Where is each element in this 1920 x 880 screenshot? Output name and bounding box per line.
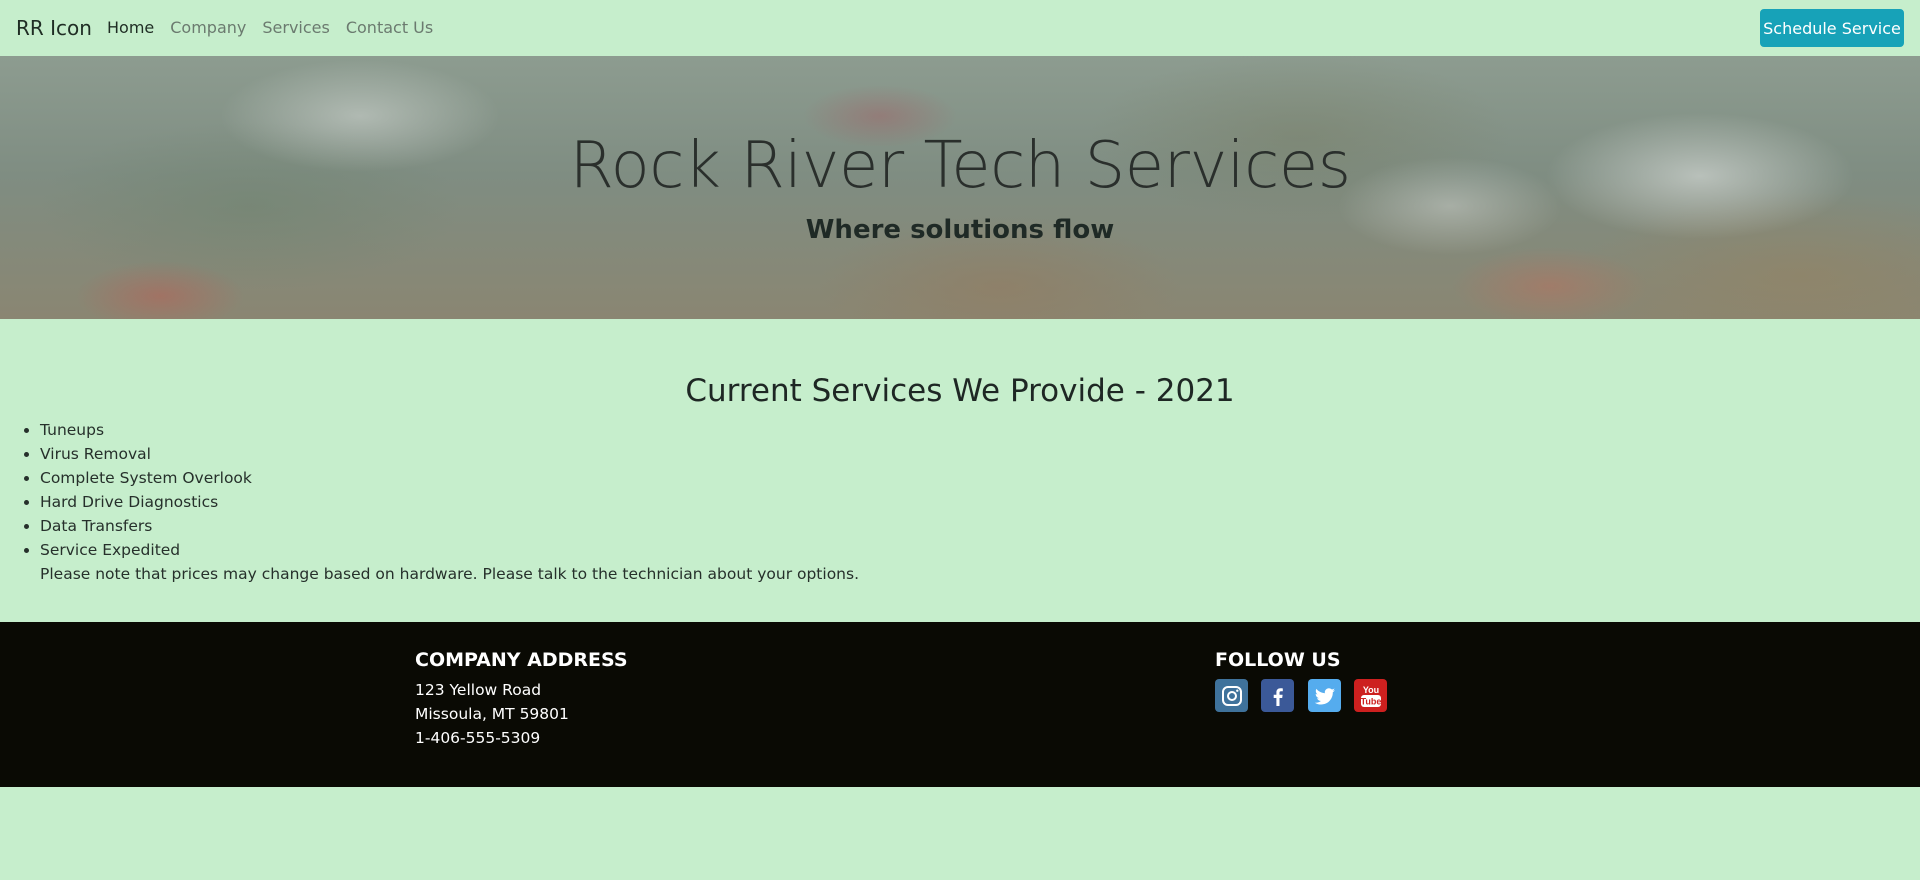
services-heading: Current Services We Provide - 2021 [685, 373, 1235, 409]
svg-text:You: You [1362, 685, 1378, 695]
follow-us-heading: FOLLOW US [1215, 649, 1341, 671]
nav-link-company[interactable]: Company [170, 18, 246, 38]
list-item: Virus Removal [40, 442, 252, 466]
hero-banner: Rock River Tech Services Where solutions… [0, 56, 1920, 319]
nav-link-contact-us[interactable]: Contact Us [346, 18, 433, 38]
address-phone: 1-406-555-5309 [415, 729, 541, 747]
list-item: Service Expedited [40, 538, 252, 562]
services-list: Tuneups Virus Removal Complete System Ov… [40, 418, 252, 562]
nav-link-home[interactable]: Home [107, 18, 154, 38]
address-city: Missoula, MT 59801 [415, 705, 569, 723]
brand-link[interactable]: RR Icon [16, 16, 92, 40]
schedule-service-button[interactable]: Schedule Service [1760, 9, 1904, 47]
twitter-icon[interactable] [1308, 679, 1341, 712]
address-heading: COMPANY ADDRESS [415, 649, 628, 671]
price-note: Please note that prices may change based… [40, 565, 860, 583]
nav-links: Home Company Services Contact Us [107, 18, 449, 38]
svg-text:Tube: Tube [1360, 696, 1381, 706]
list-item: Data Transfers [40, 514, 252, 538]
hero-subtitle: Where solutions flow [805, 215, 1115, 245]
address-street: 123 Yellow Road [415, 681, 542, 699]
list-item: Hard Drive Diagnostics [40, 490, 252, 514]
youtube-icon[interactable]: You Tube [1354, 679, 1387, 712]
instagram-icon[interactable] [1215, 679, 1248, 712]
hero-title: Rock River Tech Services [569, 129, 1351, 203]
list-item: Tuneups [40, 418, 252, 442]
footer: COMPANY ADDRESS 123 Yellow Road Missoula… [0, 622, 1920, 787]
facebook-icon[interactable] [1261, 679, 1294, 712]
nav-link-services[interactable]: Services [262, 18, 329, 38]
navbar: RR Icon Home Company Services Contact Us… [0, 0, 1920, 56]
list-item: Complete System Overlook [40, 466, 252, 490]
